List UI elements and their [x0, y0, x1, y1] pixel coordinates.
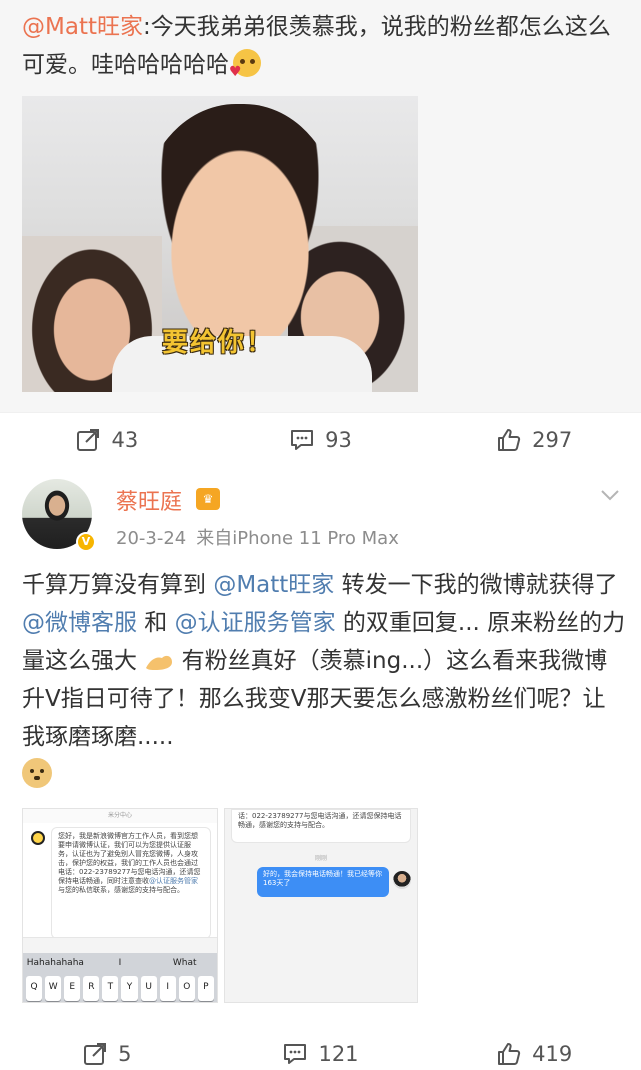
screenshot-thumbnail-1[interactable]: 米分中心 您好，我是新浪微博官方工作人员，看到您想要申请微博认证，我们可以为您提…: [22, 808, 218, 1003]
blush-heart-emoji-icon: ♥: [229, 49, 261, 79]
mention-verification-service[interactable]: @认证服务管家: [175, 610, 336, 636]
like-icon: [498, 1043, 521, 1065]
comment-icon: [291, 430, 314, 450]
repost-author-mention[interactable]: @Matt旺家: [22, 14, 143, 40]
repost-action-bar: 43 93 297: [0, 412, 641, 468]
comment-count: 93: [325, 428, 352, 452]
comment-count: 121: [318, 1042, 359, 1066]
post-header: V 蔡旺庭 ♛ 20-3-24 来自iPhone 11 Pro Max: [0, 470, 641, 560]
thumb-message-bubble: 话：022-23789277与您电话沟通，还请您保持电话畅通，感谢您的支持与配合…: [231, 809, 411, 843]
thumb-reply-bubble: 好的，我会保持电话畅通！我已经等你163天了: [257, 867, 389, 897]
like-button[interactable]: 297: [427, 412, 641, 468]
thumb-avatar: [31, 831, 45, 845]
comment-button[interactable]: 93: [214, 412, 428, 468]
post-meta: 20-3-24 来自iPhone 11 Pro Max: [116, 524, 399, 550]
post-action-bar: 5 121 419: [0, 1026, 641, 1070]
like-button[interactable]: 419: [427, 1026, 641, 1070]
username[interactable]: 蔡旺庭: [116, 484, 182, 516]
chevron-down-icon[interactable]: [599, 484, 621, 506]
thumb-header: 米分中心: [23, 809, 217, 823]
comment-icon: [284, 1044, 307, 1064]
like-count: 419: [532, 1042, 573, 1066]
comment-button[interactable]: 121: [214, 1026, 428, 1070]
repost-icon: [84, 1043, 107, 1065]
repost-text: @Matt旺家:今天我弟弟很羡慕我，说我的粉丝都怎么这么可爱。哇哈哈哈哈哈 ♥: [22, 8, 632, 84]
like-icon: [498, 429, 521, 451]
repost-button[interactable]: 5: [0, 1026, 214, 1070]
thumb-timestamp: 刚刚: [314, 855, 327, 862]
post-date: 20-3-24: [116, 528, 187, 549]
post-source: 来自iPhone 11 Pro Max: [196, 528, 399, 549]
repost-count: 43: [111, 428, 139, 452]
mention-weibo-service[interactable]: @微博客服: [22, 610, 137, 636]
repost-button[interactable]: 43: [0, 412, 214, 468]
flexed-arm-emoji-icon: [146, 655, 173, 670]
thumb-avatar: [393, 871, 411, 889]
thumb-input-bar: [23, 937, 217, 953]
repost-card[interactable]: @Matt旺家:今天我弟弟很羡慕我，说我的粉丝都怎么这么可爱。哇哈哈哈哈哈 ♥ 要…: [0, 0, 641, 412]
mention-matt[interactable]: @Matt旺家: [213, 572, 334, 598]
thumb-suggestions: Hahahahaha I What: [23, 953, 217, 973]
like-count: 297: [532, 428, 573, 452]
repost-gif-image[interactable]: 要给你！: [22, 96, 418, 392]
verified-badge-icon: V: [76, 532, 96, 552]
doge-emoji-icon: [22, 758, 52, 788]
gif-subtitle: 要给你！: [162, 328, 275, 358]
repost-count: 5: [118, 1042, 132, 1066]
post-body: 千算万算没有算到 @Matt旺家 转发一下我的微博就获得了@微博客服 和 @认证…: [22, 566, 626, 794]
vip-crown-icon[interactable]: ♛: [196, 488, 220, 510]
screenshot-thumbnail-2[interactable]: 话：022-23789277与您电话沟通，还请您保持电话畅通，感谢您的支持与配合…: [224, 808, 418, 1003]
thumb-keyboard-row: QWERTYUIOP: [23, 973, 217, 1002]
repost-icon: [77, 429, 100, 451]
thumb-message-bubble: 您好，我是新浪微博官方工作人员，看到您想要申请微博认证，我们可以为您提供认证服务…: [51, 827, 211, 939]
